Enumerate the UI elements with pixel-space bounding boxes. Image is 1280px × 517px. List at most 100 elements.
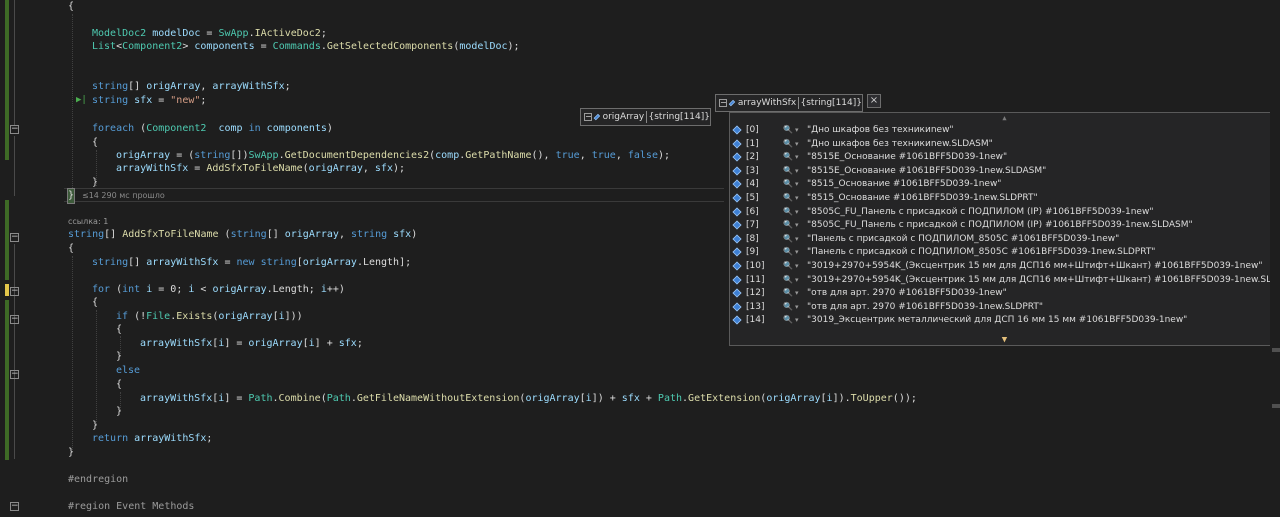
magnifier-icon[interactable]: 🔍 bbox=[783, 123, 793, 137]
run-to-click-icon[interactable]: ▶| bbox=[76, 95, 87, 105]
item-value[interactable]: "8505C_FU_Панель с присадкой с ПОДПИЛОМ … bbox=[807, 218, 1193, 232]
code-line: { bbox=[116, 324, 123, 335]
chevron-down-icon[interactable]: ▾ bbox=[795, 232, 799, 246]
datatip-items-panel[interactable]: ▲ [0] 🔍 ▾ "Дно шкафов без техникиnew" [1] 🔍 ▾ "… bbox=[729, 112, 1280, 346]
item-value[interactable]: "Панель с присадкой с ПОДПИЛОМ_8505C #10… bbox=[807, 232, 1119, 246]
code-line: for (int i = 0; i < origArray.Length; i+… bbox=[92, 284, 345, 295]
magnifier-icon[interactable]: 🔍 bbox=[783, 300, 793, 314]
scroll-up-icon[interactable]: ▲ bbox=[730, 113, 1279, 123]
item-value[interactable]: "3019_Эксцентрик металлический для ДСП 1… bbox=[807, 313, 1187, 327]
item-value[interactable]: "Дно шкафов без техникиnew.SLDASM" bbox=[807, 137, 993, 151]
chevron-down-icon[interactable]: ▾ bbox=[795, 259, 799, 273]
datatip-origarray[interactable]: − origArray {string[114]} bbox=[580, 108, 711, 126]
datatip-item-row[interactable]: [7] 🔍 ▾ "8505C_FU_Панель с присадкой с ПОДП… bbox=[730, 218, 1279, 232]
magnifier-icon[interactable]: 🔍 bbox=[783, 205, 793, 219]
field-icon bbox=[732, 288, 742, 298]
field-icon bbox=[732, 139, 742, 149]
magnifier-icon[interactable]: 🔍 bbox=[783, 259, 793, 273]
item-index: [13] bbox=[746, 301, 765, 312]
datatip-item-row[interactable]: [3] 🔍 ▾ "8515E_Основание #1061BFF5D039-1new… bbox=[730, 164, 1279, 178]
scroll-down-icon[interactable]: ▼ bbox=[730, 334, 1279, 346]
magnifier-icon[interactable]: 🔍 bbox=[783, 286, 793, 300]
magnifier-icon[interactable]: 🔍 bbox=[783, 177, 793, 191]
datatip-item-row[interactable]: [9] 🔍 ▾ "Панель с присадкой с ПОДПИЛОМ_8505… bbox=[730, 245, 1279, 259]
code-line: if (!File.Exists(origArray[i])) bbox=[116, 311, 303, 322]
code-lens-references[interactable]: ссылка: 1 bbox=[68, 215, 108, 229]
item-value[interactable]: "отв для арт. 2970 #1061BFF5D039-1new.SL… bbox=[807, 300, 1043, 314]
magnifier-icon[interactable]: 🔍 bbox=[783, 313, 793, 327]
expand-icon[interactable]: − bbox=[584, 113, 592, 121]
chevron-down-icon[interactable]: ▾ bbox=[795, 177, 799, 191]
chevron-down-icon[interactable]: ▾ bbox=[795, 245, 799, 259]
item-value[interactable]: "3019+2970+5954K_(Эксцентрик 15 мм для Д… bbox=[807, 259, 1262, 273]
chevron-down-icon[interactable]: ▾ bbox=[795, 313, 799, 327]
datatip-item-row[interactable]: [4] 🔍 ▾ "8515_Основание #1061BFF5D039-1new" bbox=[730, 177, 1279, 191]
code-line: origArray = (string[])SwApp.GetDocumentD… bbox=[116, 150, 671, 161]
chevron-down-icon[interactable]: ▾ bbox=[795, 300, 799, 314]
code-line: return arrayWithSfx; bbox=[92, 433, 213, 444]
code-line: { bbox=[116, 379, 123, 390]
code-line: ModelDoc2 modelDoc = SwApp.IActiveDoc2; bbox=[92, 28, 327, 39]
magnifier-icon[interactable]: 🔍 bbox=[783, 273, 793, 287]
item-value[interactable]: "3019+2970+5954K_(Эксцентрик 15 мм для Д… bbox=[807, 273, 1280, 287]
code-line: } bbox=[92, 420, 99, 431]
code-line: } bbox=[92, 177, 99, 188]
magnifier-icon[interactable]: 🔍 bbox=[783, 218, 793, 232]
chevron-down-icon[interactable]: ▾ bbox=[795, 205, 799, 219]
field-icon bbox=[732, 193, 742, 203]
code-line: #region Event Methods bbox=[68, 501, 195, 512]
expand-icon[interactable]: − bbox=[719, 99, 727, 107]
chevron-down-icon[interactable]: ▾ bbox=[795, 150, 799, 164]
item-value[interactable]: "Панель с присадкой с ПОДПИЛОМ_8505C #10… bbox=[807, 245, 1155, 259]
field-icon bbox=[732, 166, 742, 176]
item-index: [12] bbox=[746, 288, 765, 299]
chevron-down-icon[interactable]: ▾ bbox=[795, 286, 799, 300]
datatip-item-row[interactable]: [10] 🔍 ▾ "3019+2970+5954K_(Эксцентрик 15 мм… bbox=[730, 259, 1279, 273]
perf-tip[interactable]: ≤14 290 мс прошло bbox=[82, 189, 165, 203]
field-icon bbox=[732, 207, 742, 217]
item-value[interactable]: "8515E_Основание #1061BFF5D039-1new" bbox=[807, 150, 1007, 164]
datatip-item-row[interactable]: [8] 🔍 ▾ "Панель с присадкой с ПОДПИЛОМ_8505… bbox=[730, 232, 1279, 246]
datatip-value[interactable]: {string[114]} bbox=[649, 112, 711, 122]
close-icon[interactable]: × bbox=[867, 94, 881, 108]
code-line: { bbox=[68, 243, 75, 254]
datatip-item-row[interactable]: [6] 🔍 ▾ "8505C_FU_Панель с присадкой с ПОДП… bbox=[730, 205, 1279, 219]
item-value[interactable]: "8515_Основание #1061BFF5D039-1new" bbox=[807, 177, 1001, 191]
magnifier-icon[interactable]: 🔍 bbox=[783, 245, 793, 259]
field-icon bbox=[732, 302, 742, 312]
item-index: [0] bbox=[746, 125, 759, 135]
field-icon bbox=[732, 179, 742, 189]
chevron-down-icon[interactable]: ▾ bbox=[795, 137, 799, 151]
magnifier-icon[interactable]: 🔍 bbox=[783, 232, 793, 246]
datatip-item-row[interactable]: [13] 🔍 ▾ "отв для арт. 2970 #1061BFF5D039-1… bbox=[730, 300, 1279, 314]
datatip-arraywithsfx[interactable]: − arrayWithSfx {string[114]} bbox=[715, 94, 863, 112]
field-icon bbox=[732, 125, 742, 135]
datatip-item-row[interactable]: [2] 🔍 ▾ "8515E_Основание #1061BFF5D039-1new… bbox=[730, 150, 1279, 164]
magnifier-icon[interactable]: 🔍 bbox=[783, 150, 793, 164]
magnifier-icon[interactable]: 🔍 bbox=[783, 137, 793, 151]
datatip-item-row[interactable]: [0] 🔍 ▾ "Дно шкафов без техникиnew" bbox=[730, 123, 1279, 137]
code-line: foreach (Component2 comp in components) bbox=[92, 123, 333, 134]
datatip-name: origArray bbox=[602, 112, 645, 122]
code-line: } bbox=[116, 406, 123, 417]
item-value[interactable]: "8515E_Основание #1061BFF5D039-1new.SLDA… bbox=[807, 164, 1046, 178]
chevron-down-icon[interactable]: ▾ bbox=[795, 218, 799, 232]
item-value[interactable]: "Дно шкафов без техникиnew" bbox=[807, 123, 954, 137]
item-value[interactable]: "8515_Основание #1061BFF5D039-1new.SLDPR… bbox=[807, 191, 1038, 205]
chevron-down-icon[interactable]: ▾ bbox=[795, 273, 799, 287]
datatip-item-row[interactable]: [14] 🔍 ▾ "3019_Эксцентрик металлический для… bbox=[730, 313, 1279, 327]
magnifier-icon[interactable]: 🔍 bbox=[783, 191, 793, 205]
chevron-down-icon[interactable]: ▾ bbox=[795, 164, 799, 178]
chevron-down-icon[interactable]: ▾ bbox=[795, 191, 799, 205]
datatip-item-row[interactable]: [5] 🔍 ▾ "8515_Основание #1061BFF5D039-1new.… bbox=[730, 191, 1279, 205]
item-value[interactable]: "8505C_FU_Панель с присадкой с ПОДПИЛОМ … bbox=[807, 205, 1153, 219]
vertical-scrollbar[interactable] bbox=[1270, 0, 1280, 517]
datatip-item-row[interactable]: [1] 🔍 ▾ "Дно шкафов без техникиnew.SLDASM" bbox=[730, 137, 1279, 151]
datatip-item-row[interactable]: [12] 🔍 ▾ "отв для арт. 2970 #1061BFF5D039-1… bbox=[730, 286, 1279, 300]
magnifier-icon[interactable]: 🔍 bbox=[783, 164, 793, 178]
chevron-down-icon[interactable]: ▾ bbox=[795, 123, 799, 137]
code-line: { bbox=[92, 297, 99, 308]
datatip-value[interactable]: {string[114]} bbox=[801, 98, 863, 108]
item-value[interactable]: "отв для арт. 2970 #1061BFF5D039-1new" bbox=[807, 286, 1007, 300]
datatip-item-row[interactable]: [11] 🔍 ▾ "3019+2970+5954K_(Эксцентрик 15 мм… bbox=[730, 273, 1280, 287]
